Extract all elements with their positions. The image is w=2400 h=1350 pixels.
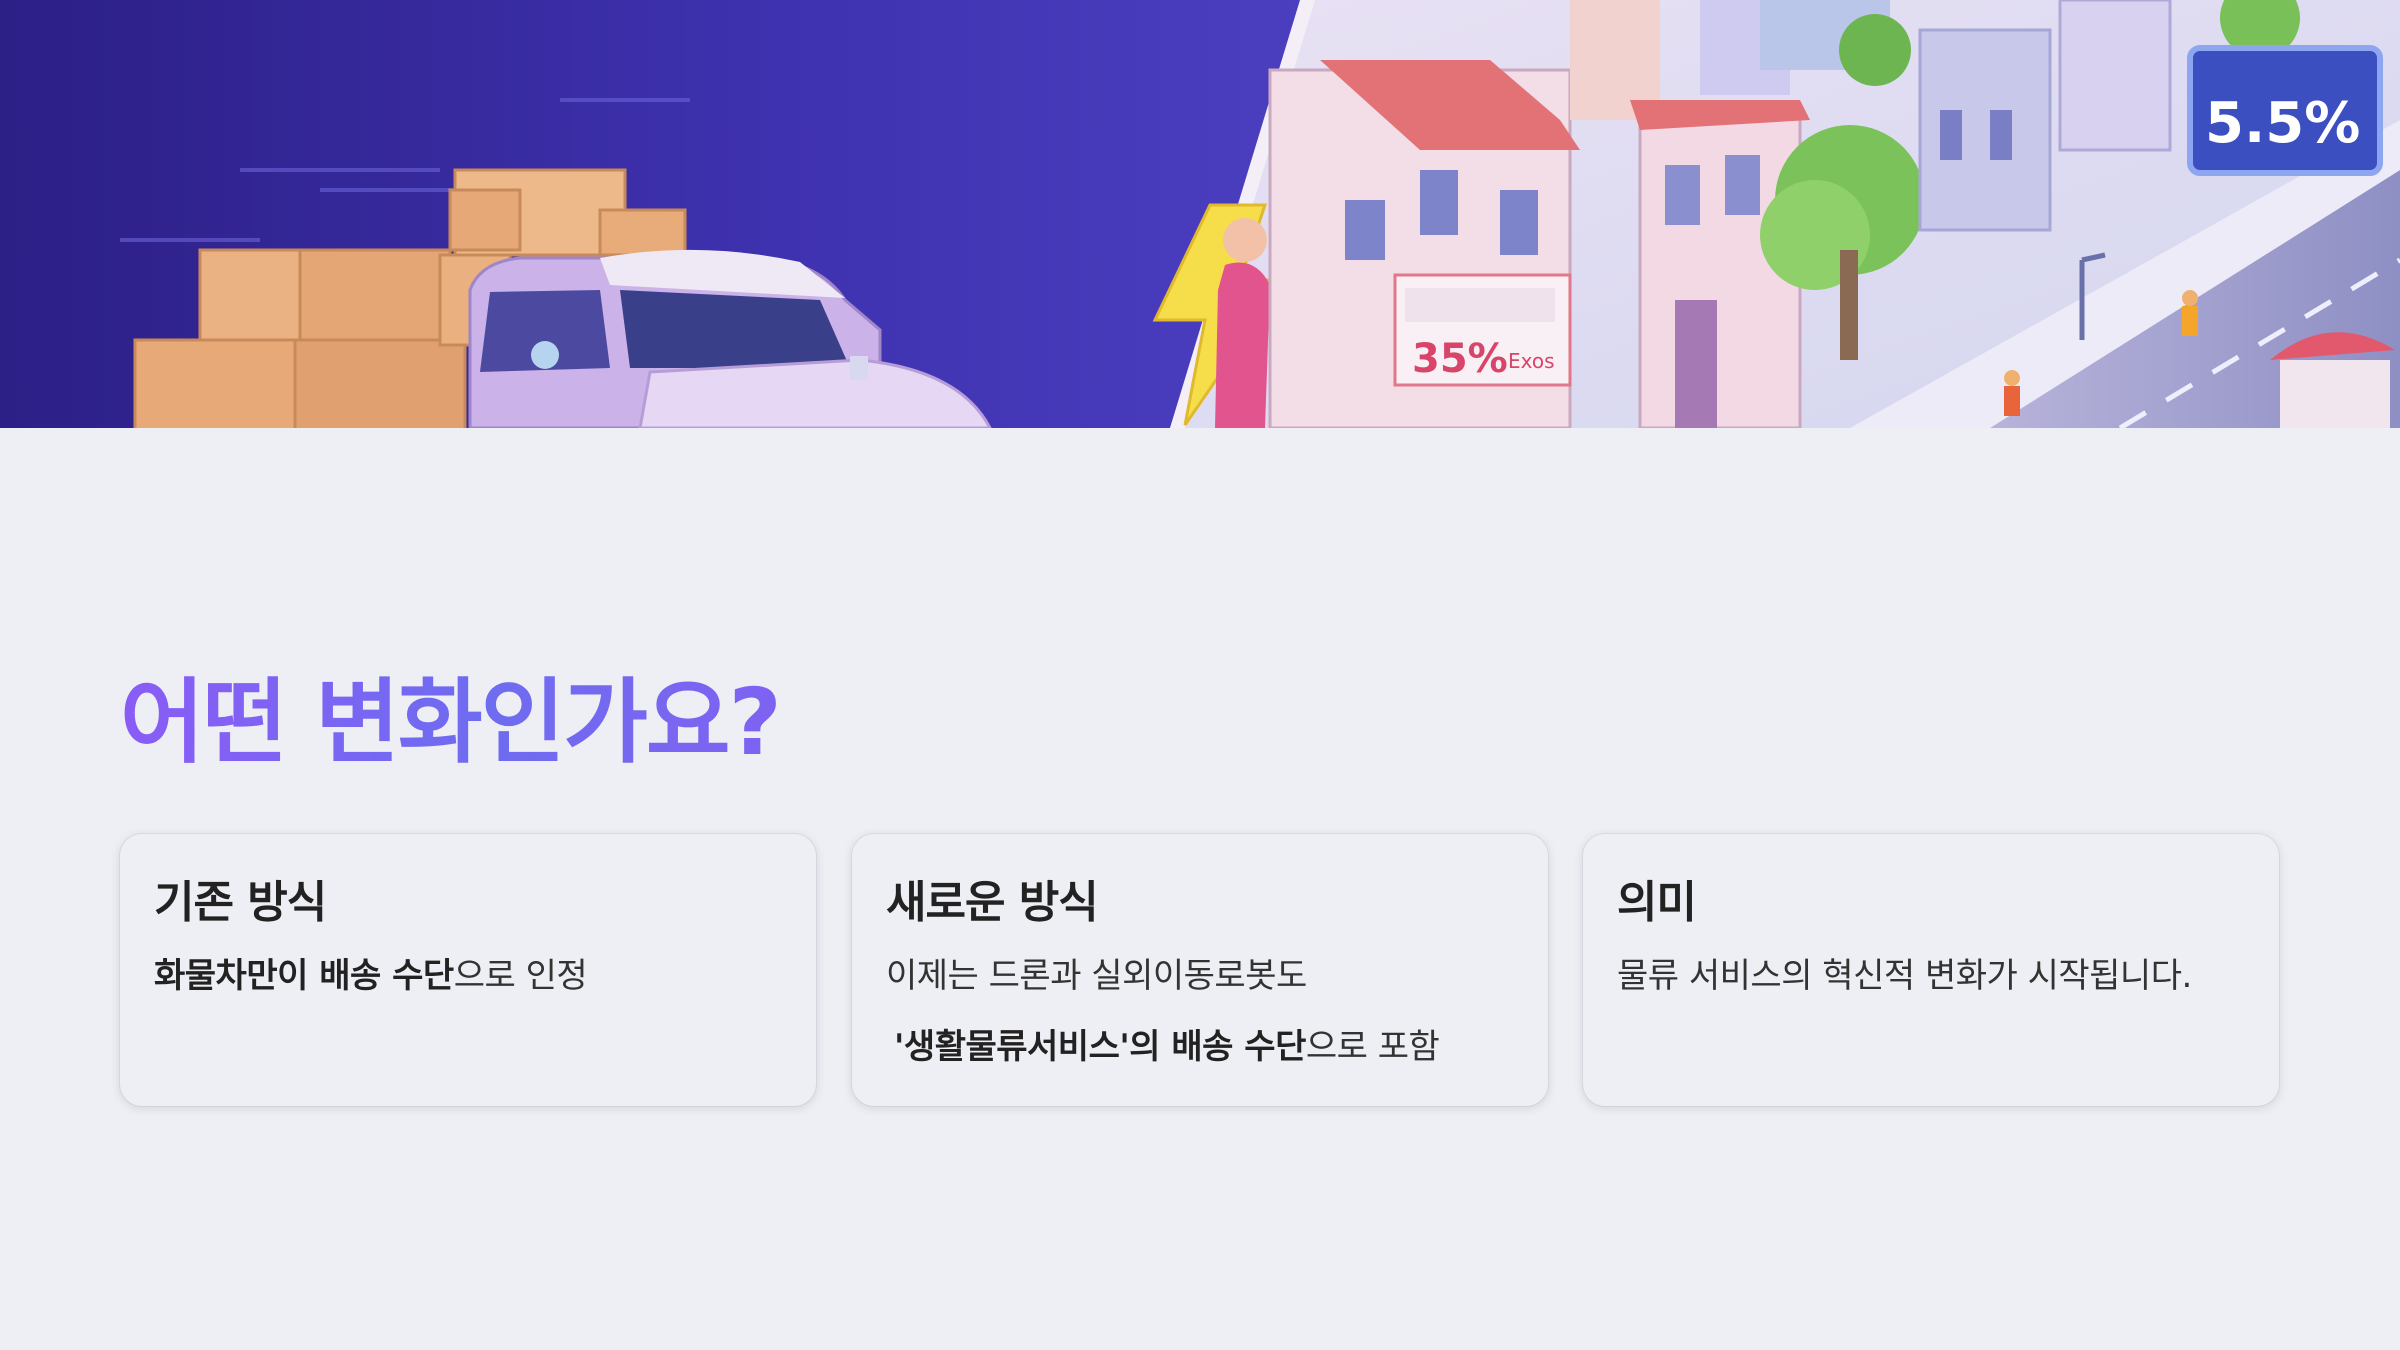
billboard-sign: 5.5% xyxy=(2187,45,2383,176)
card-meaning: 의미 물류 서비스의 혁신적 변화가 시작됩니다. xyxy=(1583,834,2279,1106)
card-text: 이제는 드론과 실외이동로봇도 xyxy=(886,956,1307,996)
card-title: 새로운 방식 xyxy=(886,877,1099,928)
page-title: 어떤 변화인가요? xyxy=(120,669,782,776)
hero-illustration: 35% Exos 5.5% xyxy=(0,0,2400,428)
card-title: 의미 xyxy=(1617,877,1697,928)
discount-sign: 35% xyxy=(1412,336,1508,382)
svg-text:Exos: Exos xyxy=(1508,349,1555,373)
card-text: 물류 서비스의 혁신적 변화가 시작됩니다. xyxy=(1617,956,2192,996)
house-left-icon: 35% Exos xyxy=(1268,60,1580,428)
card-existing-method: 기존 방식 화물차만이 배송 수단으로 인정 xyxy=(120,834,816,1106)
svg-text:5.5%: 5.5% xyxy=(2205,91,2360,156)
card-title: 기존 방식 xyxy=(154,877,327,928)
card-new-method: 새로운 방식 이제는 드론과 실외이동로봇도 '생활물류서비스'의 배송 수단으… xyxy=(852,834,1548,1106)
card-text: 화물차만이 배송 수단으로 인정 xyxy=(154,956,588,996)
comparison-cards: 기존 방식 화물차만이 배송 수단으로 인정 새로운 방식 이제는 드론과 실외… xyxy=(120,834,2280,1106)
card-text: '생활물류서비스'의 배송 수단으로 포함 xyxy=(894,1026,1440,1067)
